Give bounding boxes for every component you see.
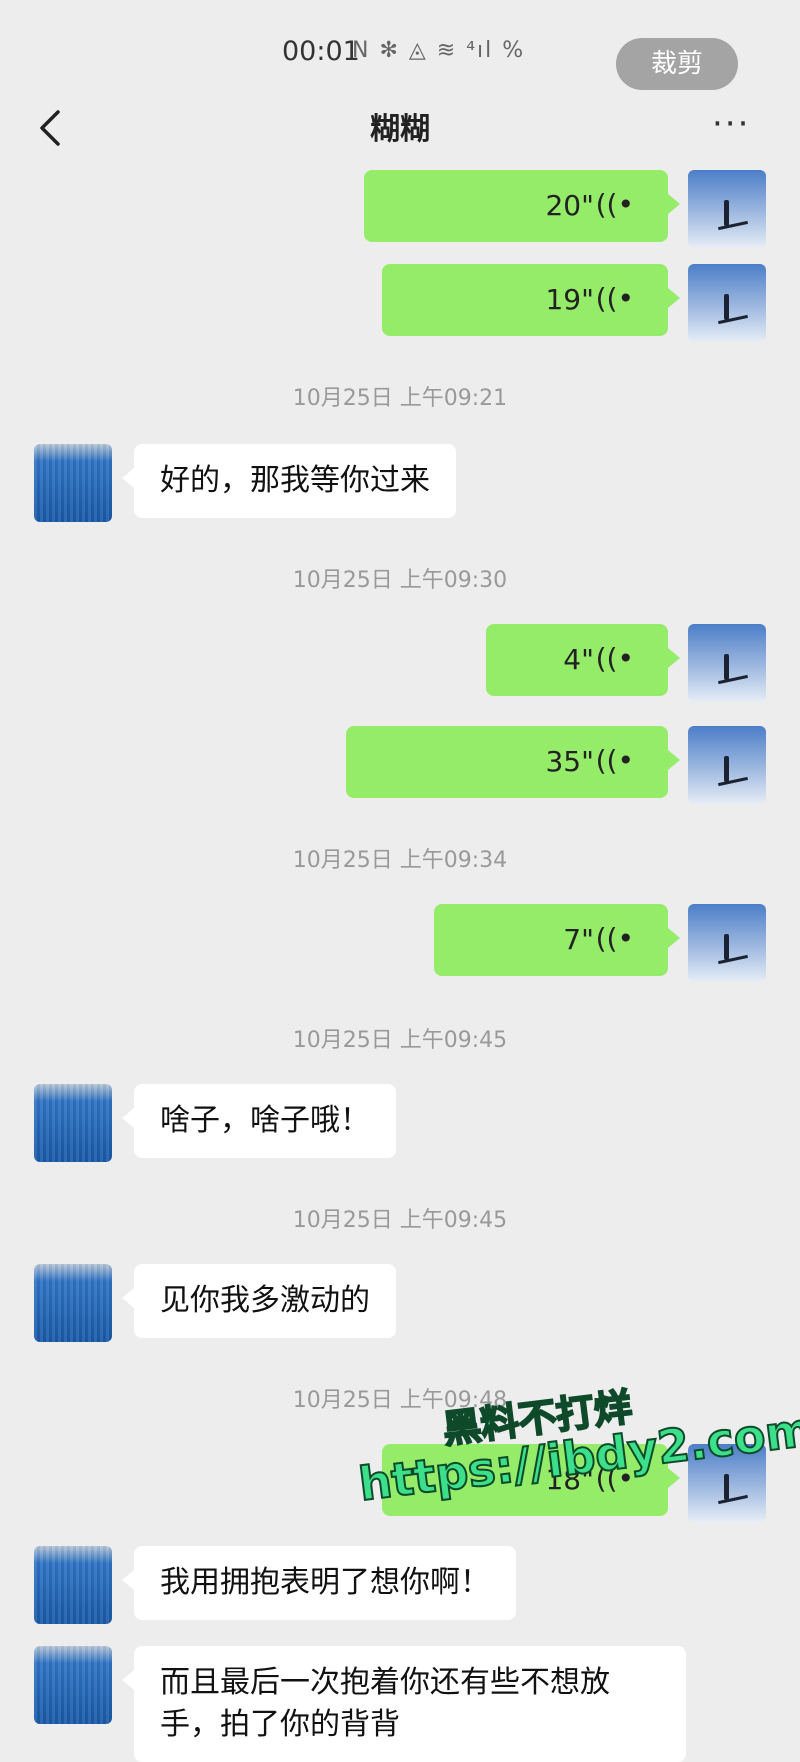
text-message-bubble[interactable]: 我用拥抱表明了想你啊！ [122, 1546, 516, 1620]
voice-duration: 20" [545, 189, 594, 222]
text-message-bubble[interactable]: 好的，那我等你过来 [122, 444, 456, 518]
chat-title: 糊糊 [370, 112, 430, 147]
message-timestamp: 10月25日 上午09:21 [292, 386, 508, 411]
my-avatar[interactable] [688, 904, 766, 982]
contact-avatar[interactable] [34, 1084, 112, 1162]
voice-message-bubble[interactable]: 7" ((• [434, 904, 680, 976]
voice-message-bubble[interactable]: 4" ((• [486, 624, 680, 696]
my-avatar[interactable] [688, 726, 766, 804]
status-bar: 00:01 N ✻ ◬ ≋ ⁴ıl % 裁剪 [0, 0, 800, 100]
voice-duration: 19" [545, 283, 594, 316]
voice-wave-icon: ((• [595, 744, 634, 777]
contact-avatar[interactable] [34, 1646, 112, 1724]
status-icons: N ✻ ◬ ≋ ⁴ıl % [352, 38, 526, 63]
text-message-bubble[interactable]: 见你我多激动的 [122, 1264, 396, 1338]
contact-avatar[interactable] [34, 1264, 112, 1342]
text-message-bubble[interactable]: 啥子，啥子哦！ [122, 1084, 396, 1158]
voice-wave-icon: ((• [595, 188, 634, 221]
voice-message-bubble[interactable]: 35" ((• [346, 726, 680, 798]
contact-avatar[interactable] [34, 1546, 112, 1624]
my-avatar[interactable] [688, 624, 766, 702]
more-options-icon[interactable]: ··· [712, 104, 750, 144]
crop-button[interactable]: 裁剪 [616, 38, 738, 90]
voice-message-bubble[interactable]: 19" ((• [382, 264, 680, 336]
message-timestamp: 10月25日 上午09:45 [292, 1208, 508, 1233]
voice-wave-icon: ((• [595, 282, 634, 315]
my-avatar[interactable] [688, 170, 766, 248]
voice-duration: 4" [563, 643, 594, 676]
voice-duration: 7" [563, 923, 594, 956]
message-timestamp: 10月25日 上午09:30 [292, 568, 508, 593]
voice-message-bubble[interactable]: 20" ((• [364, 170, 680, 242]
status-time: 00:01 [282, 36, 360, 67]
message-timestamp: 10月25日 上午09:34 [292, 848, 508, 873]
chat-header: 糊糊 ··· [0, 96, 800, 162]
contact-avatar[interactable] [34, 444, 112, 522]
message-timestamp: 10月25日 上午09:45 [292, 1028, 508, 1053]
voice-wave-icon: ((• [595, 642, 634, 675]
my-avatar[interactable] [688, 264, 766, 342]
voice-duration: 35" [545, 745, 594, 778]
message-timestamp: 10月25日 上午09:48 [292, 1388, 508, 1413]
voice-wave-icon: ((• [595, 922, 634, 955]
text-message-bubble[interactable]: 而且最后一次抱着你还有些不想放手，拍了你的背背 [122, 1646, 686, 1762]
